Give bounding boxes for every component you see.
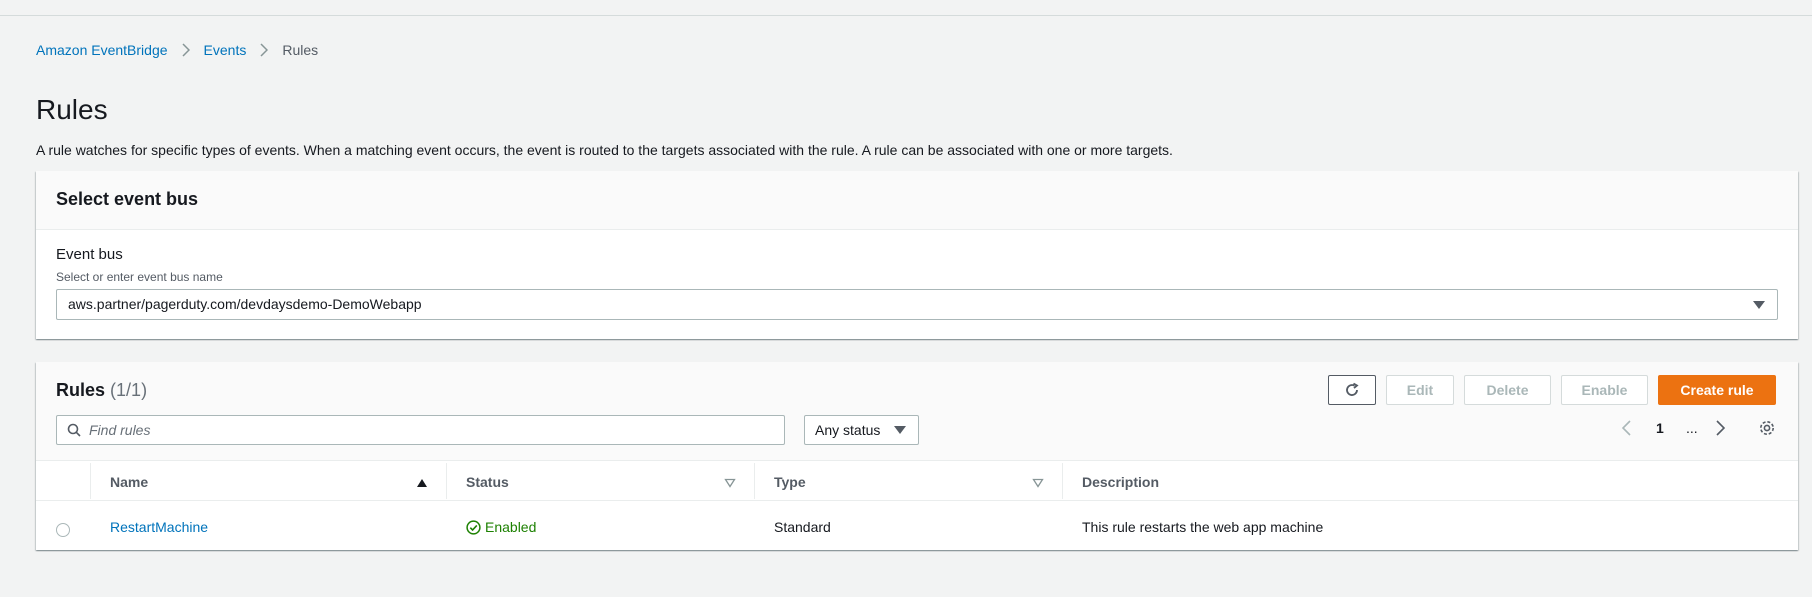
column-divider [90,463,91,499]
next-page-icon[interactable] [1716,420,1725,436]
check-circle-icon [466,519,481,535]
column-header-status[interactable]: Status [466,474,509,490]
status-filter-value: Any status [815,422,881,438]
refresh-icon [1346,382,1359,396]
caret-down-icon [1753,301,1765,309]
status-filter-select[interactable]: Any status [804,415,919,445]
column-divider [754,463,755,499]
chevron-right-icon [260,43,269,57]
rules-title-text: Rules [56,380,106,400]
rules-panel: Rules (1/1) Edit Delete Enable Create ru… [36,362,1798,550]
caret-down-icon [894,426,906,434]
breadcrumb: Amazon EventBridge Events Rules [36,42,318,58]
page-ellipsis: ... [1686,420,1698,436]
refresh-button[interactable] [1328,375,1376,405]
breadcrumb-eventbridge[interactable]: Amazon EventBridge [36,42,168,58]
create-rule-button[interactable]: Create rule [1658,375,1776,405]
row-divider [36,500,1798,501]
rule-name-link[interactable]: RestartMachine [110,519,208,535]
chevron-right-icon [182,43,190,57]
breadcrumb-rules: Rules [282,42,319,58]
rules-title: Rules (1/1) [56,380,147,401]
breadcrumb-events[interactable]: Events [204,42,247,58]
column-header-name[interactable]: Name [110,474,148,490]
panel-header: Select event bus [36,171,1798,230]
top-divider [0,15,1812,16]
page-number-button[interactable]: 1 [1656,420,1664,436]
column-header-type[interactable]: Type [774,474,806,490]
page-title: Rules [36,94,108,125]
search-placeholder: Find rules [89,422,151,438]
event-bus-select[interactable]: aws.partner/pagerduty.com/devdaysdemo-De… [56,289,1778,320]
delete-button[interactable]: Delete [1464,375,1551,405]
select-event-bus-panel: Select event bus Event bus Select or ent… [36,171,1798,339]
enable-button[interactable]: Enable [1561,375,1648,405]
rule-description: This rule restarts the web app machine [1082,519,1324,535]
page-description: A rule watches for specific types of eve… [36,142,1173,158]
event-bus-label: Event bus [56,246,123,263]
previous-page-icon[interactable] [1622,420,1631,436]
edit-button[interactable]: Edit [1386,375,1454,405]
find-rules-input[interactable]: Find rules [56,415,785,445]
event-bus-selected-value: aws.partner/pagerduty.com/devdaysdemo-De… [68,296,422,312]
column-header-description: Description [1082,474,1160,490]
rules-header: Rules (1/1) Edit Delete Enable Create ru… [36,362,1798,461]
rules-count: (1/1) [110,380,148,400]
rule-type: Standard [774,519,831,535]
row-select-radio[interactable] [56,523,70,537]
search-icon [67,423,81,437]
gear-icon[interactable] [1758,419,1776,437]
status-text: Enabled [485,519,537,535]
column-divider [1062,463,1063,499]
sort-ascending-icon[interactable] [416,478,428,488]
sort-icon[interactable] [724,478,736,488]
status-badge: Enabled [466,519,536,535]
sort-icon[interactable] [1032,478,1044,488]
column-divider [446,463,447,499]
event-bus-hint: Select or enter event bus name [56,270,223,284]
